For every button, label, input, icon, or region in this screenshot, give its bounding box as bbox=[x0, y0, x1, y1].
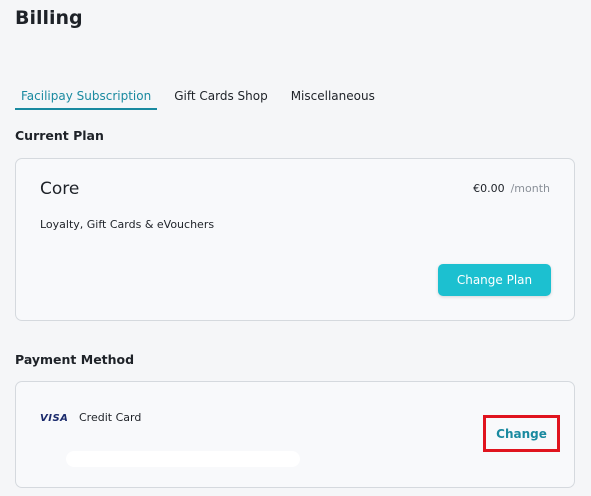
plan-price-period: /month bbox=[510, 182, 550, 195]
page-title: Billing bbox=[15, 7, 83, 29]
plan-price: €0.00/month bbox=[473, 182, 550, 195]
tab-facilipay-subscription[interactable]: Facilipay Subscription bbox=[15, 86, 158, 110]
visa-logo-icon: VISA bbox=[40, 413, 69, 424]
tab-miscellaneous[interactable]: Miscellaneous bbox=[285, 86, 381, 110]
current-plan-card: Core €0.00/month Loyalty, Gift Cards & e… bbox=[15, 158, 575, 321]
plan-features: Loyalty, Gift Cards & eVouchers bbox=[40, 218, 215, 231]
redacted-card-number bbox=[66, 451, 300, 467]
current-plan-heading: Current Plan bbox=[15, 128, 104, 143]
plan-name: Core bbox=[40, 179, 80, 199]
billing-page: Billing Facilipay Subscription Gift Card… bbox=[0, 0, 591, 496]
card-type-label: Credit Card bbox=[79, 411, 142, 424]
change-plan-button[interactable]: Change Plan bbox=[438, 264, 551, 296]
payment-method-card: VISA Credit Card Change bbox=[15, 381, 575, 488]
billing-tabs: Facilipay Subscription Gift Cards Shop M… bbox=[15, 86, 392, 110]
tab-gift-cards-shop[interactable]: Gift Cards Shop bbox=[168, 86, 274, 110]
change-payment-link[interactable]: Change bbox=[486, 418, 557, 449]
payment-method-heading: Payment Method bbox=[15, 352, 135, 367]
plan-price-amount: €0.00 bbox=[473, 182, 505, 195]
change-link-highlight: Change bbox=[483, 415, 560, 452]
